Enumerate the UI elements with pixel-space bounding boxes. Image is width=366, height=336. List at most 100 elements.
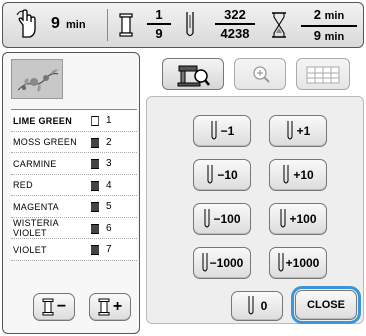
total-time-unit: min	[66, 19, 86, 31]
color-name: MAGENTA	[13, 201, 59, 212]
color-index: 6	[106, 222, 112, 234]
flower-pattern-icon	[17, 69, 59, 92]
thread-spool-icon	[91, 223, 99, 234]
stitch-plus-100-button[interactable]: +100	[269, 203, 327, 235]
hand-time-icon	[16, 9, 36, 38]
stitch-plus-1-label: +1	[296, 124, 311, 138]
needle-icon	[278, 253, 284, 272]
thread-spool-icon	[98, 298, 110, 316]
status-bar: 9 min 1 9 322 4238 2 min 9 min	[2, 2, 364, 48]
list-item[interactable]: RED 4	[11, 175, 137, 196]
stitch-minus-1-label: −1	[220, 124, 235, 138]
needle-icon	[280, 209, 286, 228]
stitch-plus-10-button[interactable]: +10	[269, 159, 327, 191]
embroidery-progress-screen: 9 min 1 9 322 4238 2 min 9 min LIME GREE…	[0, 0, 366, 336]
stitch-plus-10-label: +10	[293, 168, 314, 182]
list-item[interactable]: WISTERIA VIOLET 6	[11, 218, 137, 239]
thread-spool-icon	[91, 137, 99, 148]
list-item[interactable]: VIOLET 7	[11, 239, 137, 261]
needle-icon	[207, 165, 213, 184]
zoom-button[interactable]	[234, 58, 286, 90]
color-name: LIME GREEN	[13, 115, 73, 126]
color-index: 7	[106, 244, 112, 255]
needle-icon	[204, 209, 210, 228]
stitch-plus-1000-label: +1000	[285, 256, 320, 270]
time-current: 2 min	[301, 7, 357, 24]
color-index: 5	[106, 201, 112, 212]
time-current-value: 2	[313, 7, 322, 22]
time-current-unit: min	[324, 10, 345, 22]
needle-icon	[211, 121, 217, 140]
total-time-value: 9	[51, 15, 60, 32]
color-index: 3	[106, 158, 112, 169]
list-item[interactable]: LIME GREEN 1	[11, 110, 137, 132]
close-label: CLOSE	[307, 299, 345, 311]
stitch-minus-100-label: −100	[213, 212, 241, 226]
color-name: RED	[13, 180, 33, 190]
stitch-zero-label: 0	[260, 299, 268, 313]
thread-spool-icon	[91, 116, 99, 126]
time-total: 9 min	[301, 28, 357, 45]
magnifier-plus-icon	[253, 66, 270, 83]
color-fraction: 1 9	[147, 7, 171, 41]
color-index: 2	[106, 136, 112, 148]
color-name: CARMINE	[13, 158, 57, 169]
list-item[interactable]: MAGENTA 5	[11, 196, 137, 218]
stitch-fraction: 322 4238	[215, 7, 255, 41]
fraction-line	[301, 25, 357, 27]
thread-spool-icon	[91, 245, 99, 255]
sewing-check-button[interactable]	[162, 58, 224, 90]
thread-spool-icon	[119, 13, 133, 37]
stitch-plus-1-button[interactable]: +1	[269, 115, 327, 147]
stitch-minus-1000-button[interactable]: −1000	[193, 247, 251, 279]
needle-icon	[283, 165, 289, 184]
stitch-minus-1000-label: −1000	[209, 256, 244, 270]
stitch-plus-1000-button[interactable]: +1000	[269, 247, 327, 279]
close-button[interactable]: CLOSE	[291, 286, 361, 324]
color-name: VIOLET	[13, 244, 47, 255]
color-list[interactable]: LIME GREEN 1 MOSS GREEN 2 CARMINE 3 RED …	[11, 109, 137, 261]
needle-icon	[287, 121, 293, 140]
color-list-panel: LIME GREEN 1 MOSS GREEN 2 CARMINE 3 RED …	[2, 52, 140, 334]
stitch-total: 4238	[220, 25, 250, 41]
fraction-line	[215, 23, 255, 25]
stitch-minus-10-label: −10	[217, 168, 238, 182]
stitch-plus-100-label: +100	[289, 212, 317, 226]
color-current: 1	[155, 7, 163, 22]
previous-color-button[interactable]: −	[33, 293, 75, 321]
machine-magnifier-icon	[177, 65, 210, 87]
time-total-value: 9	[313, 27, 322, 43]
minus-label: −	[56, 298, 67, 315]
color-name: MOSS GREEN	[13, 137, 78, 147]
plus-label: +	[112, 298, 123, 315]
grid-icon	[306, 66, 340, 84]
hourglass-icon	[272, 12, 286, 38]
stitch-zero-button[interactable]: 0	[231, 291, 283, 321]
stitch-navigation-panel: −1 +1 −10 +10 −100 +100 −1000 +1000 0 CL…	[146, 52, 364, 334]
time-total-unit: min	[324, 30, 345, 43]
needle-icon	[186, 12, 194, 37]
next-color-button[interactable]: +	[89, 293, 131, 321]
pattern-preview	[11, 59, 63, 99]
color-total: 9	[155, 25, 163, 41]
thread-spool-icon	[91, 159, 99, 169]
stitch-minus-10-button[interactable]: −10	[193, 159, 251, 191]
list-item[interactable]: CARMINE 3	[11, 153, 137, 175]
needle-icon	[202, 253, 208, 272]
thread-spool-icon	[91, 180, 99, 191]
stitch-minus-1-button[interactable]: −1	[193, 115, 251, 147]
stitch-move-area: −1 +1 −10 +10 −100 +100 −1000 +1000 0 CL…	[146, 96, 364, 324]
thread-spool-icon	[91, 202, 99, 212]
divider	[107, 9, 108, 41]
stitch-minus-100-button[interactable]: −100	[193, 203, 251, 235]
list-item[interactable]: MOSS GREEN 2	[11, 132, 137, 153]
needle-icon	[248, 296, 254, 315]
fraction-line	[147, 23, 171, 25]
color-name: WISTERIA VIOLET	[13, 218, 59, 238]
stitch-current: 322	[224, 7, 246, 22]
color-index: 4	[106, 179, 112, 191]
time-fraction: 2 min 9 min	[301, 7, 357, 45]
grid-button[interactable]	[296, 58, 350, 90]
color-index: 1	[106, 115, 112, 126]
thread-spool-icon	[42, 298, 54, 316]
